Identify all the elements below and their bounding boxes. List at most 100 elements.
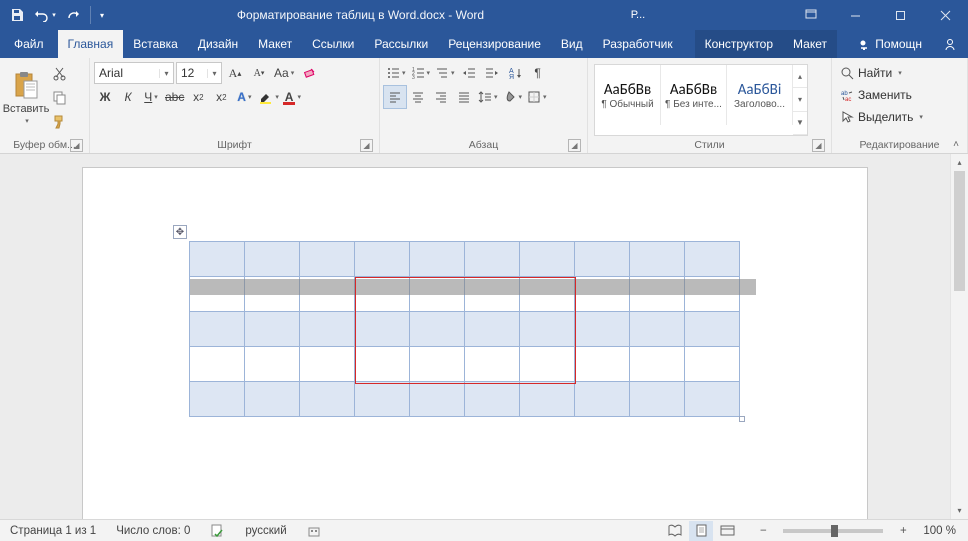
table-move-handle-icon[interactable]: ✥ xyxy=(173,225,187,239)
bullets-icon[interactable]: ▾ xyxy=(384,62,408,84)
grow-font-icon[interactable]: A▴ xyxy=(224,62,246,84)
italic-icon[interactable]: К xyxy=(117,86,139,108)
tab-file[interactable]: Файл xyxy=(0,30,58,58)
styles-launcher[interactable]: ◢ xyxy=(812,139,825,152)
table-resize-handle[interactable] xyxy=(739,416,745,422)
svg-text:Я: Я xyxy=(509,74,514,80)
style-normal[interactable]: АаБбВв¶ Обычный xyxy=(595,65,661,125)
table[interactable]: ✥ xyxy=(189,241,740,417)
tab-table-layout[interactable]: Макет xyxy=(783,30,837,58)
format-painter-icon[interactable] xyxy=(48,110,70,132)
share-button[interactable] xyxy=(932,37,968,52)
tab-review[interactable]: Рецензирование xyxy=(438,30,551,58)
styles-down-icon[interactable]: ▾ xyxy=(793,88,807,111)
status-macro-icon[interactable] xyxy=(297,520,331,541)
selection-tail xyxy=(738,279,756,295)
tab-view[interactable]: Вид xyxy=(551,30,593,58)
tab-table-design[interactable]: Конструктор xyxy=(695,30,783,58)
numbering-icon[interactable]: 123▾ xyxy=(409,62,433,84)
minimize-icon[interactable] xyxy=(833,0,878,30)
document-area[interactable]: ✥ xyxy=(0,154,950,519)
borders-icon[interactable]: ▾ xyxy=(525,86,549,108)
redo-icon[interactable] xyxy=(60,3,86,27)
font-name-combo[interactable]: Arial▾ xyxy=(94,62,174,84)
line-spacing-icon[interactable]: ▾ xyxy=(476,86,500,108)
sort-icon[interactable]: AЯ xyxy=(504,62,526,84)
shading-icon[interactable]: ▾ xyxy=(501,86,525,108)
zoom-out-icon[interactable]: − xyxy=(751,521,775,541)
close-icon[interactable] xyxy=(923,0,968,30)
zoom-level[interactable]: 100 % xyxy=(917,525,962,537)
tab-design[interactable]: Дизайн xyxy=(188,30,248,58)
align-center-icon[interactable] xyxy=(407,86,429,108)
styles-gallery[interactable]: АаБбВв¶ Обычный АаБбВв¶ Без инте... АаБб… xyxy=(594,64,808,136)
tab-mailings[interactable]: Рассылки xyxy=(364,30,438,58)
svg-text:ac: ac xyxy=(845,97,851,102)
ribbon-options-icon[interactable] xyxy=(788,0,833,30)
font-size-combo[interactable]: 12▾ xyxy=(176,62,222,84)
styles-more-icon[interactable]: ▼ xyxy=(793,112,807,135)
tab-insert[interactable]: Вставка xyxy=(123,30,188,58)
zoom-slider[interactable] xyxy=(783,529,883,533)
styles-up-icon[interactable]: ▴ xyxy=(793,65,807,88)
style-nospacing[interactable]: АаБбВв¶ Без инте... xyxy=(661,65,727,125)
text-effects-icon[interactable]: A▾ xyxy=(233,86,255,108)
paragraph-launcher[interactable]: ◢ xyxy=(568,139,581,152)
highlight-icon[interactable]: ▾ xyxy=(256,86,281,108)
copy-icon[interactable] xyxy=(48,86,70,108)
status-proofing-icon[interactable] xyxy=(200,520,235,541)
tab-layout[interactable]: Макет xyxy=(248,30,302,58)
style-heading[interactable]: АаБбВіЗаголово... xyxy=(727,65,793,125)
tab-home[interactable]: Главная xyxy=(58,30,124,58)
maximize-icon[interactable] xyxy=(878,0,923,30)
view-web-icon[interactable] xyxy=(715,521,739,541)
view-print-icon[interactable] xyxy=(689,521,713,541)
tell-me[interactable]: Помощн xyxy=(848,37,932,51)
align-left-icon[interactable] xyxy=(384,86,406,108)
font-color-icon[interactable]: A▾ xyxy=(282,86,304,108)
outdent-icon[interactable] xyxy=(458,62,480,84)
scroll-down-icon[interactable]: ▾ xyxy=(951,502,968,519)
change-case-icon[interactable]: Aa▾ xyxy=(272,62,296,84)
align-right-icon[interactable] xyxy=(430,86,452,108)
select-button[interactable]: Выделить▾ xyxy=(836,106,963,128)
underline-icon[interactable]: Ч▾ xyxy=(140,86,162,108)
paste-label: Вставить xyxy=(3,103,50,115)
replace-button[interactable]: abacЗаменить xyxy=(836,84,963,106)
undo-icon[interactable]: ▾ xyxy=(32,3,58,27)
paste-button[interactable]: Вставить ▾ xyxy=(4,60,48,136)
find-button[interactable]: Найти▾ xyxy=(836,62,963,84)
group-paragraph: Абзац xyxy=(469,139,498,151)
status-language[interactable]: русский xyxy=(235,520,296,541)
subscript-icon[interactable]: x2 xyxy=(187,86,209,108)
status-page[interactable]: Страница 1 из 1 xyxy=(0,520,106,541)
view-read-icon[interactable] xyxy=(663,521,687,541)
strike-icon[interactable]: abc xyxy=(163,86,186,108)
multilevel-icon[interactable]: ▾ xyxy=(433,62,457,84)
clipboard-launcher[interactable]: ◢ xyxy=(70,139,83,152)
group-styles: Стили xyxy=(694,139,724,151)
scroll-thumb[interactable] xyxy=(954,171,965,291)
page: ✥ xyxy=(83,168,867,519)
shrink-font-icon[interactable]: A▾ xyxy=(248,62,270,84)
indent-icon[interactable] xyxy=(481,62,503,84)
collapse-ribbon-icon[interactable]: ˄ xyxy=(948,137,964,151)
bold-icon[interactable]: Ж xyxy=(94,86,116,108)
show-marks-icon[interactable]: ¶ xyxy=(527,62,549,84)
superscript-icon[interactable]: x2 xyxy=(210,86,232,108)
qat-customize-icon[interactable]: ▾ xyxy=(95,3,109,27)
tab-developer[interactable]: Разработчик xyxy=(593,30,683,58)
font-launcher[interactable]: ◢ xyxy=(360,139,373,152)
status-words[interactable]: Число слов: 0 xyxy=(106,520,200,541)
cut-icon[interactable] xyxy=(48,62,70,84)
clear-format-icon[interactable] xyxy=(298,62,320,84)
save-icon[interactable] xyxy=(4,3,30,27)
scroll-up-icon[interactable]: ▴ xyxy=(951,154,968,171)
vertical-scrollbar[interactable]: ▴ ▾ xyxy=(950,154,968,519)
justify-icon[interactable] xyxy=(453,86,475,108)
group-clipboard: Буфер обм... xyxy=(13,139,76,151)
group-font: Шрифт xyxy=(217,139,252,151)
zoom-in-icon[interactable]: + xyxy=(891,521,915,541)
title-extra: Р... xyxy=(608,9,668,21)
tab-references[interactable]: Ссылки xyxy=(302,30,364,58)
